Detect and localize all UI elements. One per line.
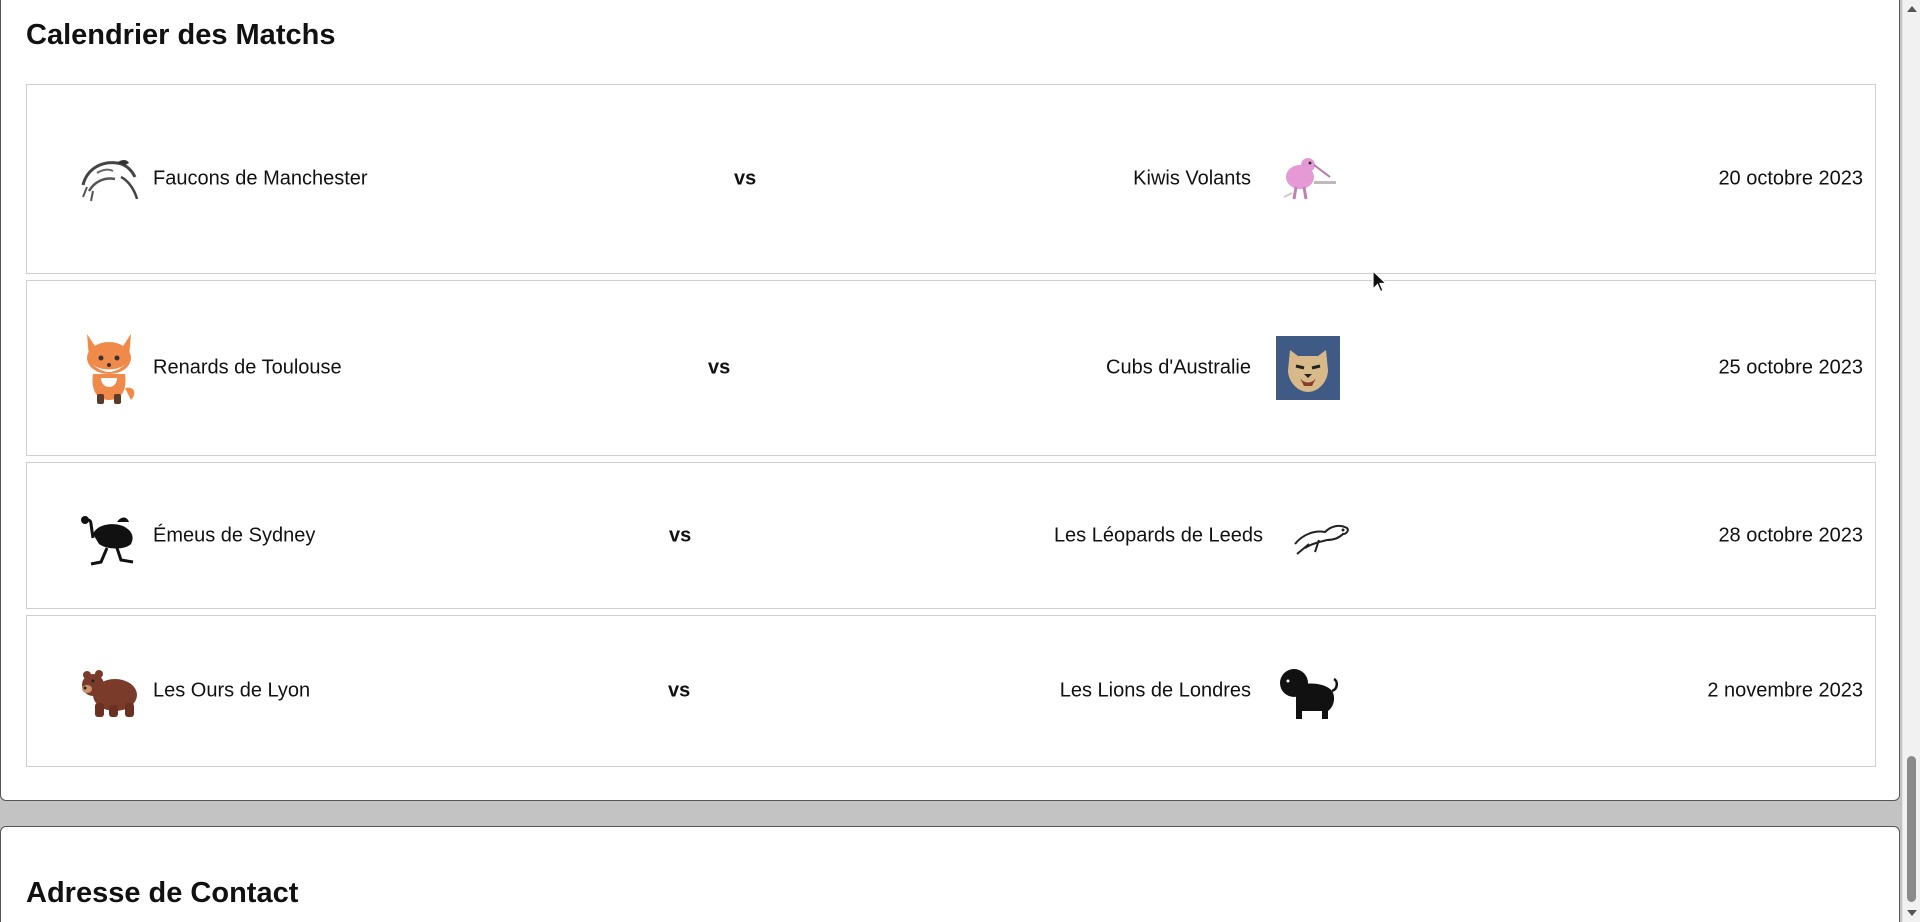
home-team-name: Émeus de Sydney <box>153 524 316 546</box>
match-row: Les Ours de Lyon vs Les Lions de Londres… <box>26 615 1876 767</box>
schedule-title: Calendrier des Matchs <box>26 19 336 51</box>
falcon-logo-icon <box>77 147 141 211</box>
away-team-name: Les Lions de Londres <box>1059 679 1251 702</box>
vertical-scrollbar[interactable] <box>1902 0 1920 922</box>
match-date: 25 octobre 2023 <box>1718 356 1863 379</box>
match-date: 28 octobre 2023 <box>1718 524 1863 546</box>
contact-title: Adresse de Contact <box>26 877 299 909</box>
match-row: Émeus de Sydney vs Les Léopards de Leeds… <box>26 462 1876 609</box>
contact-section: Adresse de Contact <box>0 826 1900 922</box>
kiwi-logo-icon <box>1276 147 1340 211</box>
vs-label: vs <box>669 524 692 546</box>
scroll-down-arrow-icon[interactable] <box>1907 910 1917 916</box>
match-schedule-section: Calendrier des Matchs Faucons de Manches… <box>0 0 1900 801</box>
away-team-name: Kiwis Volants <box>1133 167 1251 190</box>
match-row: Faucons de Manchester vs Kiwis Volants 2… <box>26 84 1876 274</box>
home-team-name: Renards de Toulouse <box>153 356 342 379</box>
cub-logo-icon <box>1276 336 1340 400</box>
fox-logo-icon <box>77 334 141 404</box>
vs-label: vs <box>734 167 757 190</box>
match-date: 20 octobre 2023 <box>1718 167 1863 190</box>
match-row: Renards de Toulouse vs Cubs d'Australie … <box>26 280 1876 456</box>
scroll-up-arrow-icon[interactable] <box>1907 6 1917 12</box>
away-team-name: Les Léopards de Leeds <box>1053 524 1263 546</box>
home-team-name: Les Ours de Lyon <box>153 679 311 702</box>
lion-logo-icon <box>1276 659 1340 723</box>
leopard-logo-icon <box>1289 504 1353 568</box>
bear-logo-icon <box>77 659 141 723</box>
mouse-cursor-icon <box>1372 269 1388 294</box>
match-date: 2 novembre 2023 <box>1707 679 1863 702</box>
vs-label: vs <box>668 679 691 702</box>
page-viewport: Calendrier des Matchs Faucons de Manches… <box>0 0 1902 922</box>
away-team-name: Cubs d'Australie <box>1106 356 1251 379</box>
scrollbar-thumb[interactable] <box>1907 756 1916 902</box>
home-team-name: Faucons de Manchester <box>153 167 368 190</box>
emu-logo-icon <box>77 504 141 568</box>
vs-label: vs <box>708 356 731 379</box>
